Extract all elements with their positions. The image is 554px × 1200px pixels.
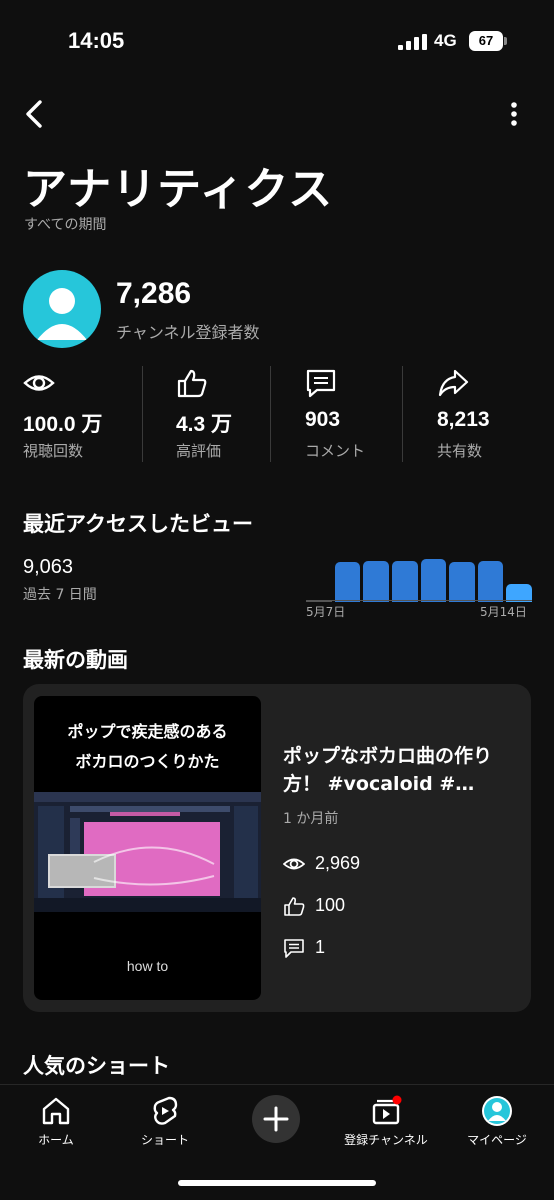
recent-views-value: 9,063 bbox=[23, 556, 74, 578]
stat-label: コメント bbox=[305, 442, 366, 460]
video-thumbnail[interactable]: ポップで疾走感のある ボカロのつくりかた how to bbox=[34, 696, 261, 1000]
latest-video-card[interactable]: ポップで疾走感のある ボカロのつくりかた how to ポップなボカロ曲の作り方… bbox=[23, 684, 531, 1012]
subscriptions-icon bbox=[372, 1095, 402, 1125]
stat-value: 4.3 万 bbox=[176, 413, 233, 436]
home-indicator bbox=[178, 1180, 376, 1186]
comment-icon bbox=[284, 939, 304, 958]
share-icon bbox=[438, 369, 469, 397]
thumbs-up-icon bbox=[284, 897, 305, 916]
nav-home-label: ホーム bbox=[38, 1133, 74, 1147]
chart-tick-start: 5月7日 bbox=[306, 605, 346, 619]
status-time: 14:05 bbox=[68, 28, 125, 53]
video-comments-value: 1 bbox=[315, 937, 326, 957]
stat-value: 903 bbox=[305, 408, 341, 431]
nav-shorts-label: ショート bbox=[140, 1133, 189, 1147]
thumbs-up-icon bbox=[177, 369, 207, 398]
subscriber-count: 7,286 bbox=[116, 277, 192, 310]
stat-value: 100.0 万 bbox=[23, 413, 103, 436]
chart-bar bbox=[420, 558, 447, 602]
stat-label: 視聴回数 bbox=[23, 442, 84, 460]
stat-value: 8,213 bbox=[437, 408, 490, 431]
divider bbox=[142, 366, 143, 462]
video-title[interactable]: ポップなボカロ曲の作り方！ #vocaloid #… bbox=[283, 742, 513, 798]
chart-bar bbox=[391, 560, 418, 602]
create-button[interactable] bbox=[252, 1095, 300, 1143]
video-age: 1 か月前 bbox=[283, 811, 339, 827]
network-type: 4G bbox=[434, 31, 457, 50]
battery-icon: 67 bbox=[469, 31, 503, 51]
popular-shorts-title: 人気のショート bbox=[23, 1054, 170, 1078]
video-likes-value: 100 bbox=[315, 895, 346, 915]
recent-views-period: 過去 7 日間 bbox=[23, 587, 97, 603]
chart-bar bbox=[477, 560, 504, 602]
home-icon bbox=[42, 1097, 70, 1125]
back-arrow-icon[interactable] bbox=[20, 96, 50, 132]
nav-subscriptions-label: 登録チャンネル bbox=[344, 1133, 428, 1147]
recent-views-title: 最近アクセスしたビュー bbox=[23, 512, 253, 536]
shorts-icon bbox=[153, 1096, 178, 1125]
latest-video-title: 最新の動画 bbox=[23, 648, 128, 672]
plus-icon bbox=[263, 1106, 289, 1132]
date-range-label[interactable]: すべての期間 bbox=[24, 214, 106, 234]
recent-views-chart[interactable] bbox=[306, 548, 532, 602]
status-bar: 14:05 4G 67 bbox=[0, 0, 554, 80]
thumbnail-screenshot-image bbox=[34, 792, 261, 912]
more-options-icon[interactable] bbox=[500, 98, 528, 132]
comment-icon bbox=[306, 369, 336, 398]
battery-tip bbox=[504, 37, 507, 45]
stat-label: 共有数 bbox=[437, 442, 483, 460]
stat-label: 高評価 bbox=[176, 442, 222, 460]
channel-avatar bbox=[23, 270, 101, 348]
nav-you-label: マイページ bbox=[467, 1133, 527, 1147]
chart-bar bbox=[449, 562, 475, 602]
chart-axis bbox=[306, 600, 532, 601]
subscriber-label: チャンネル登録者数 bbox=[116, 323, 260, 342]
nav-subscriptions[interactable]: 登録チャンネル bbox=[336, 1085, 436, 1155]
thumbnail-text-line2: ボカロのつくりかた bbox=[75, 752, 220, 771]
video-views-value: 2,969 bbox=[315, 853, 361, 873]
profile-avatar-icon bbox=[482, 1096, 512, 1126]
nav-home[interactable]: ホーム bbox=[6, 1085, 106, 1155]
nav-you[interactable]: マイページ bbox=[447, 1085, 547, 1155]
signal-icon bbox=[398, 34, 427, 50]
chart-bar bbox=[334, 562, 361, 602]
chart-tick-end: 5月14日 bbox=[480, 605, 527, 619]
eye-icon bbox=[283, 858, 305, 870]
page-title: アナリティクス bbox=[23, 164, 334, 215]
chart-bar bbox=[363, 560, 389, 602]
nav-shorts[interactable]: ショート bbox=[115, 1085, 215, 1155]
thumbnail-text-line1: ポップで疾走感のある bbox=[67, 722, 228, 741]
divider bbox=[402, 366, 403, 462]
divider bbox=[270, 366, 271, 462]
person-icon bbox=[37, 288, 87, 340]
eye-icon bbox=[23, 375, 55, 391]
thumbnail-caption: how to bbox=[126, 958, 169, 974]
